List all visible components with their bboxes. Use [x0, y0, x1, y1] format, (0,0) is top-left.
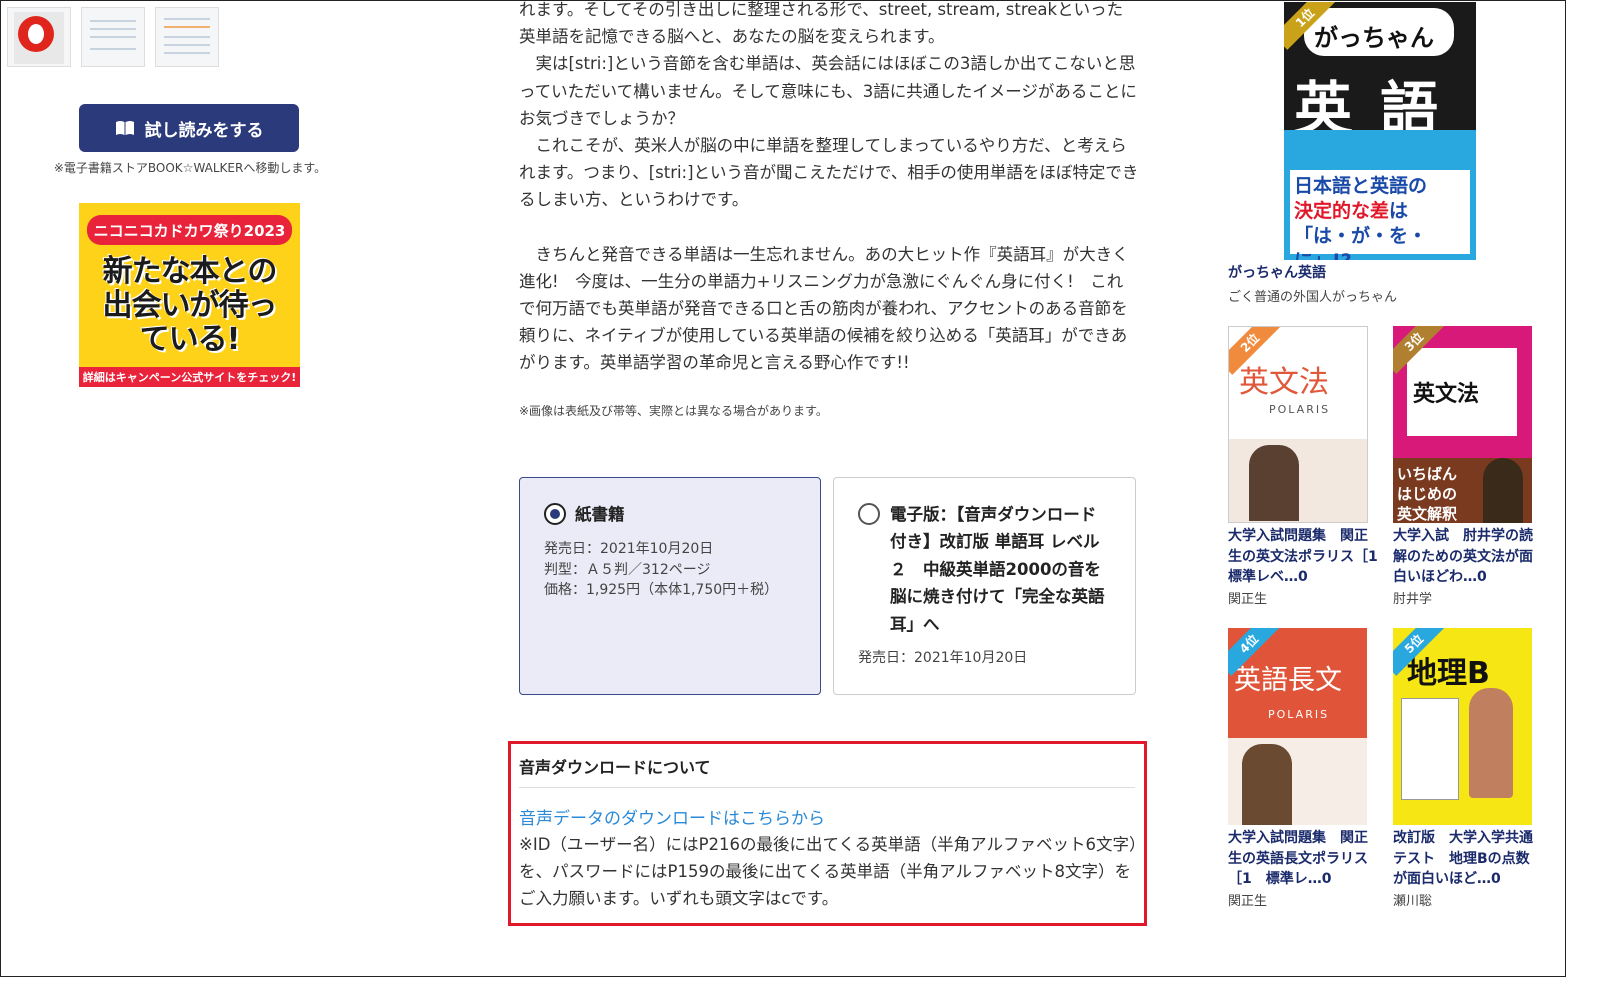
radio-selected-icon[interactable]	[544, 503, 566, 525]
rank-2-cover[interactable]: 英文法 POLARIS 2位	[1228, 326, 1368, 523]
banner-bottom-text: 詳細はキャンペーン公式サイトをチェック!	[79, 367, 300, 387]
description-paragraph: 実は[stri:]という音節を含む単語は、英会話にはほぼこの3語しか出てこないと…	[519, 54, 1137, 128]
format-paper-meta: 発売日：2021年10月20日 判型：Ａ５判／312ページ 価格：1,925円（…	[544, 539, 778, 601]
rank-1-title[interactable]: がっちゃん英語	[1228, 263, 1478, 284]
rank-4-author: 関正生	[1228, 894, 1268, 909]
rank-4-cover[interactable]: 英語長文 POLARIS 4位	[1228, 628, 1367, 825]
audio-download-link[interactable]: 音声データのダウンロードはこちらから	[519, 804, 825, 829]
book-thumbnail-cover[interactable]	[7, 7, 71, 67]
trial-read-label: 試し読みをする	[144, 120, 264, 141]
audio-download-note: ※ID（ユーザー名）にはP216の最後に出てくる英単語（半角アルファベット6文字…	[519, 835, 1138, 909]
rank-5-title[interactable]: 改訂版 大学入学共通テスト 地理Bの点数が面白いほど…0	[1393, 828, 1543, 890]
ebook-release-date: 発売日：2021年10月20日	[858, 650, 1028, 666]
book-thumbnail-3[interactable]	[155, 7, 219, 67]
rank-2-title[interactable]: 大学入試問題集 関正生の英文法ポラリス［1 標準レベ…0	[1228, 526, 1392, 588]
rank-4-title[interactable]: 大学入試問題集 関正生の英語長文ポラリス［1 標準レ…0	[1228, 828, 1378, 890]
banner-main-text: 新たな本との出会いが待っている!	[102, 254, 278, 357]
description-text: れます。そしてその引き出しに整理される形で、street, stream, st…	[519, 0, 1139, 377]
paper-price: 価格：1,925円（本体1,750円＋税）	[544, 582, 779, 598]
open-book-icon	[115, 120, 135, 136]
divider	[519, 787, 1135, 788]
paper-format: 判型：Ａ５判／312ページ	[544, 561, 711, 578]
description-paragraph: れます。そしてその引き出しに整理される形で、street, stream, st…	[519, 0, 1124, 47]
rank-3-title[interactable]: 大学入試 肘井学の読解のための英文法が面白いほどわ…0	[1393, 526, 1543, 588]
description-paragraph: これこそが、英米人が脳の中に単語を整理してしまっているやり方だ、と考えられます。…	[519, 136, 1139, 210]
rank-2-author: 関正生	[1228, 592, 1268, 607]
banner-top-text: ニコニコカドカワ祭り2023	[87, 215, 292, 245]
description-paragraph: きちんと発音できる単語は一生忘れません。あの大ヒット作『英語耳』が大きく進化! …	[519, 244, 1129, 373]
rank-1-author: ごく普通の外国人がっちゃん	[1228, 290, 1398, 305]
rank-3-cover[interactable]: 英文法 いちばん はじめの 英文解釈 3位	[1393, 326, 1532, 523]
trial-note: ※電子書籍ストアBOOK☆WALKERへ移動します。	[53, 161, 327, 175]
paper-release-date: 発売日：2021年10月20日	[544, 541, 714, 557]
book-thumbnail-2[interactable]	[81, 7, 145, 67]
rank-5-author: 瀬川聡	[1393, 894, 1433, 909]
format-ebook-title: 電子版：【音声ダウンロード付き】改訂版 単語耳 レベル２ 中級英単語2000の音…	[890, 505, 1105, 634]
audio-download-title: 音声ダウンロードについて	[519, 758, 711, 777]
image-disclaimer: ※画像は表紙及び帯等、実際とは異なる場合があります。	[519, 404, 828, 418]
rank-3-author: 肘井学	[1393, 592, 1433, 607]
rank-1-cover[interactable]: がっちゃん 英語 日本語と英語の決定的な差は「は・が・を・に」!? 1位	[1284, 2, 1476, 260]
format-paper-title: 紙書籍	[575, 505, 625, 524]
trial-read-button[interactable]: 試し読みをする	[79, 104, 299, 152]
campaign-banner[interactable]: ニコニコカドカワ祭り2023 新たな本との出会いが待っている! 詳細はキャンペー…	[79, 203, 300, 387]
rank-5-cover[interactable]: 地理B 5位	[1393, 628, 1532, 825]
radio-unselected-icon[interactable]	[858, 503, 880, 525]
